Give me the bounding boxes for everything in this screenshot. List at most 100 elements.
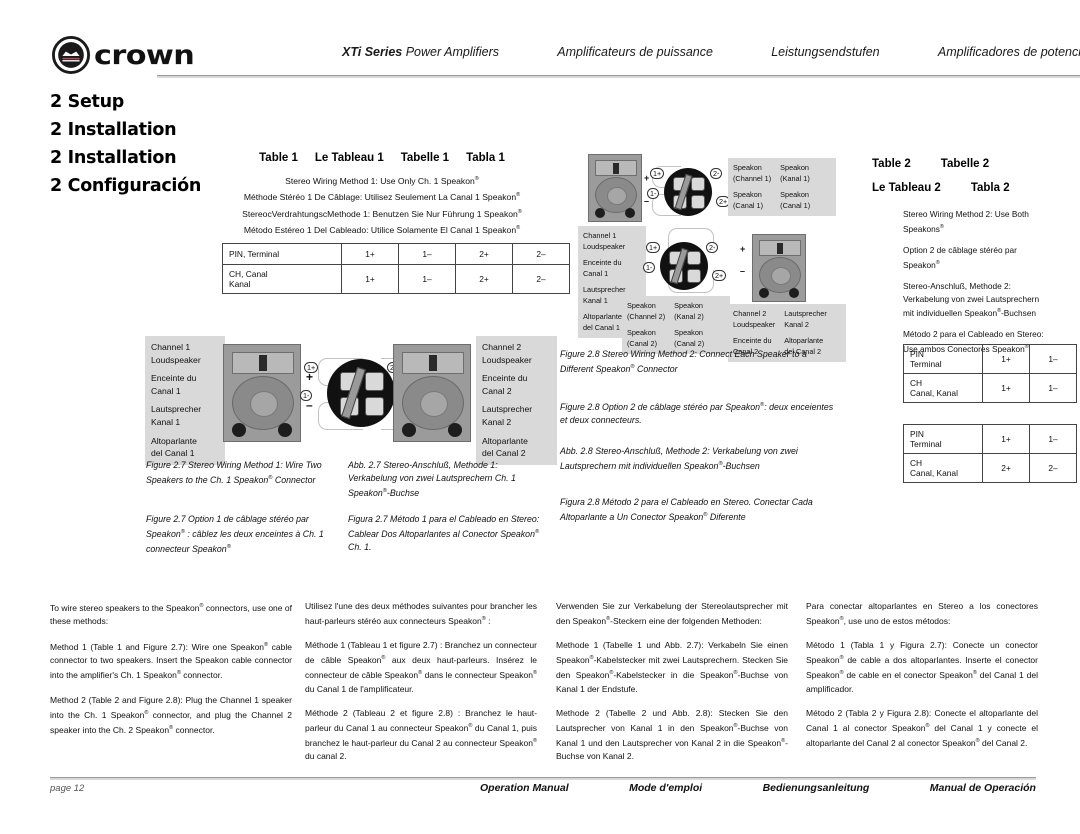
footer-manual-es: Manual de Operación <box>929 782 1036 794</box>
section-heading-es: 2 Configuración <box>50 176 201 196</box>
f28-sp2a: Speakon <box>627 301 656 310</box>
figure27-caption-es: Figura 2.7 Método 1 para el Cableado en … <box>348 514 540 552</box>
table1-row1-label: CH, Canal Kanal <box>222 264 342 294</box>
body-es-p0: Para conectar altoparlantes en Stereo a … <box>806 601 1038 627</box>
speakon-ch1-label-box: Speakon (Channel 1) Speakon (Canal 1) Spea… <box>728 158 836 216</box>
table2-heading-en: Table 2 <box>872 158 911 170</box>
body-de-p0: Verwenden Sie zur Verkabelung der Stereo… <box>556 601 788 627</box>
t2a-r0-lb: Terminal <box>910 359 942 369</box>
table1-row1-v2: 2+ <box>455 264 513 294</box>
loudspeaker-channel-1-icon <box>223 344 301 442</box>
f28-c1l5: Kanal 1 <box>583 295 608 305</box>
figure27-caption-en: Figure 2.7 Stereo Wiring Method 1: Wire … <box>146 460 322 485</box>
f28-sp2g: Speakon <box>674 328 703 337</box>
crown-logo: crown <box>52 36 195 74</box>
page-number: page 12 <box>50 783 85 794</box>
f28-sp1b: (Channel 1) <box>733 173 772 183</box>
t2b-r0-lb: Terminal <box>910 439 942 449</box>
t2b-row1-v0: 2+ <box>982 453 1030 483</box>
body-de-p1: Methode 1 (Tabelle 1 und Abb. 2.7): Verk… <box>556 640 788 694</box>
f27-l0: Channel 1 <box>151 342 191 352</box>
f28-c1l1: Loudspeaker <box>583 241 626 251</box>
t2b-row0-v1: 1– <box>1029 424 1077 454</box>
f28-pin-2minus: 2- <box>710 168 723 179</box>
f28-c2l4: Lautsprecher <box>784 309 827 318</box>
body-column-es: Para conectar altoparlantes en Stereo a … <box>806 600 1038 750</box>
figure28-caption-fr: Figure 2.8 Option 2 de câblage stéréo pa… <box>560 401 834 425</box>
header-title-en: XTi Series Power Amplifiers <box>342 45 500 59</box>
f27-l2: Enceinte du <box>151 373 197 384</box>
document-page: crown XTi Series Power Amplifiers Amplif… <box>0 0 1080 834</box>
f28-ch2-minus: – <box>740 266 746 276</box>
f28-c1l6: Altoparlante <box>583 312 622 321</box>
table1-subtitle-de: StereocVerdrahtungscMethode 1: Benutzen … <box>242 208 522 219</box>
table-row: PIN Terminal 1+ 1– <box>903 424 1077 454</box>
f27-l4: Lautsprecher <box>151 404 202 415</box>
figure28-caption-es: Figura 2.8 Método 2 para el Cableado en … <box>560 497 813 522</box>
f28-c2l6: Altoparlante <box>784 336 824 345</box>
f28-sp2f: (Kanal 2) <box>674 311 704 321</box>
f28-ch2-plus: + <box>740 244 746 254</box>
table1-headings: Table 1 Le Tableau 1 Tabelle 1 Tabla 1 <box>232 152 532 164</box>
table1-subtitle-es: Método Estéreo 1 Del Cableado: Utilice S… <box>243 224 521 235</box>
table2-grid-b: PIN Terminal 1+ 1– CH Canal, Kanal 2+ 2– <box>903 424 1077 483</box>
t2b-r1-lb: Canal, Kanal <box>910 468 958 478</box>
table-row: CH, Canal Kanal 1+ 1– 2+ 2– <box>222 264 570 294</box>
crown-emblem-icon <box>52 36 90 74</box>
pin-marker-1plus: 1+ <box>304 362 319 373</box>
body-fr-p1: Méthode 1 (Tableau 1 et figure 2.7) : Br… <box>305 640 537 694</box>
figure-2-8-diagram: + – 1+ 1- 2- 2+ Speakon (Channel 1) Speak… <box>560 148 846 362</box>
f28-sp2b: (Channel 2) <box>627 311 666 321</box>
f28b-pin-2minus: 2- <box>706 242 719 253</box>
f28b-pin-2plus: 2+ <box>712 270 727 281</box>
table2-subtitle-de: Stereo-Anschluß, Methode 2: Verkabelung … <box>903 280 1040 318</box>
f27-l7: del Canal 1 <box>151 448 195 459</box>
table2-heading-de: Tabelle 2 <box>940 158 990 170</box>
figure27-caption-de: Abb. 2.7 Stereo-Anschluß, Methode 1: Ver… <box>348 460 516 498</box>
table1-heading-es: Tabla 1 <box>466 152 505 164</box>
body-column-en: To wire stereo speakers to the Speakon® … <box>50 600 292 737</box>
f27-l3: Canal 1 <box>151 385 181 396</box>
figure27-caption-fr: Figure 2.7 Option 1 de câblage stéréo pa… <box>146 514 324 554</box>
t2a-row0-label: PIN Terminal <box>903 344 983 374</box>
f28-sp1c: Speakon <box>733 190 762 199</box>
body-column-de: Verwenden Sie zur Verkabelung der Stereo… <box>556 600 788 763</box>
f27-r7: del Canal 2 <box>482 448 526 459</box>
page-header: crown XTi Series Power Amplifiers Amplif… <box>52 34 1080 78</box>
f28-sp1e: Speakon <box>780 163 809 172</box>
f28-c2l5: Kanal 2 <box>784 319 809 329</box>
t2a-r1-la: CH <box>910 378 923 388</box>
body-fr-p0: Utilisez l'une des deux méthodes suivant… <box>305 601 537 627</box>
table-row: PIN Terminal 1+ 1– <box>903 344 1077 374</box>
f27-r5: Kanal 2 <box>482 416 512 427</box>
body-en-p2: Method 2 (Table 2 and Figure 2.8): Plug … <box>50 694 292 735</box>
f28-sp2e: Speakon <box>674 301 703 310</box>
figure28-caption-de: Abb. 2.8 Stereo-Anschluß, Methode 2: Ver… <box>560 446 798 471</box>
header-title-es: Amplificadores de potencia <box>937 45 1080 59</box>
body-column-fr: Utilisez l'une des deux méthodes suivant… <box>305 600 537 763</box>
table1-row1-v0: 1+ <box>341 264 399 294</box>
table1-row0-v1: 1– <box>398 243 456 265</box>
figure27-left-labels: Channel 1 Loudspeaker Enceinte du Canal 1 … <box>145 336 225 465</box>
table1-heading-de: Tabelle 1 <box>400 152 450 164</box>
table2-heading-es: Tabla 2 <box>970 182 1010 194</box>
header-title-de: Leistungsendstufen <box>771 45 880 59</box>
body-es-p1: Método 1 (Tabla 1 y Figura 2.7): Conecte… <box>806 640 1038 694</box>
section-headings: 2 Setup 2 Installation 2 Installation 2 … <box>50 88 250 200</box>
body-fr-p2: Méthode 2 (Tableau 2 et figure 2.8) : Br… <box>305 707 537 761</box>
table1-row1-v1: 1– <box>398 264 456 294</box>
f28-c1l4: Lautsprecher <box>583 285 626 294</box>
f28-c1l7: del Canal 1 <box>583 322 620 332</box>
speakon-connector-ch2-icon <box>660 242 708 290</box>
f27-r6: Altoparlante <box>482 435 528 446</box>
f28-c2l0: Channel 2 <box>733 309 767 318</box>
table2-grid-a: PIN Terminal 1+ 1– CH Canal, Kanal 1+ 1– <box>903 344 1077 403</box>
section-heading-en: 2 Setup <box>50 92 124 112</box>
section-heading-fr: 2 Installation <box>50 120 177 140</box>
t2b-row1-label: CH Canal, Kanal <box>903 453 983 483</box>
table1-row0-v2: 2+ <box>455 243 513 265</box>
footer-manual-en: Operation Manual <box>480 782 569 794</box>
f28b-pin-1plus: 1+ <box>646 242 661 253</box>
body-en-p0: To wire stereo speakers to the Speakon® … <box>50 602 292 627</box>
figure-2-7-diagram: Channel 1 Loudspeaker Enceinte du Canal 1 … <box>145 336 557 465</box>
